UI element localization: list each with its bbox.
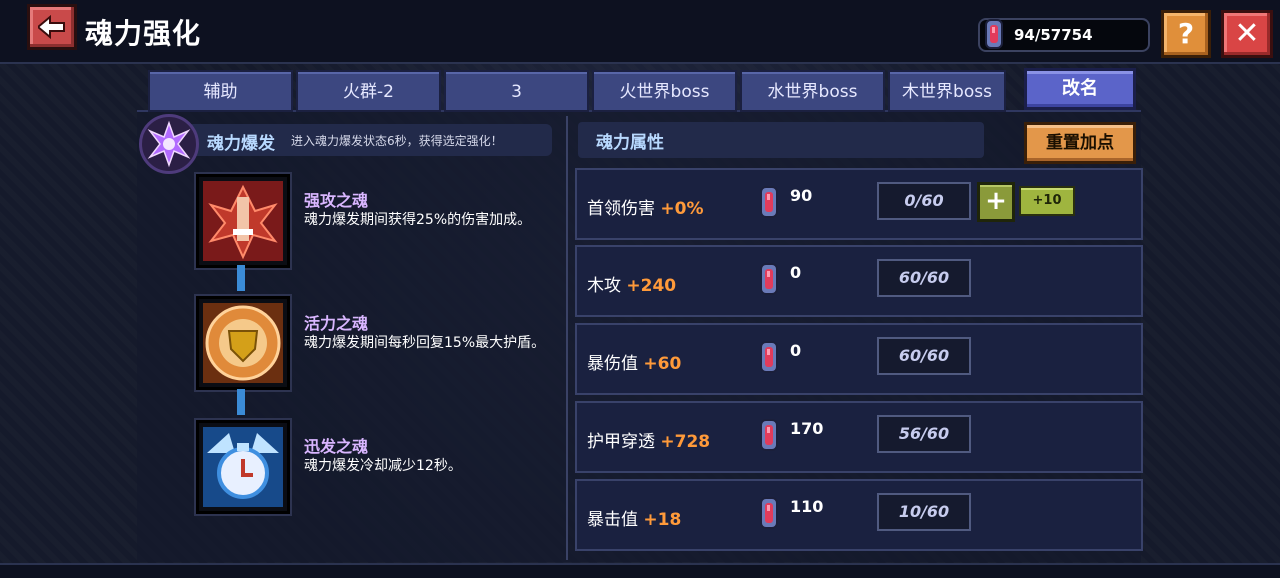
attribute-level: 60/60 (877, 259, 971, 297)
back-arrow-icon (38, 15, 65, 39)
skill-name: 活力之魂 (304, 314, 369, 333)
back-button[interactable] (27, 4, 77, 50)
soul-gem-icon (760, 341, 778, 373)
attribute-bonus: +0% (660, 199, 704, 219)
attribute-level: 56/60 (877, 415, 971, 453)
currency-value: 94/57754 (1014, 26, 1093, 44)
attribute-name: 护甲穿透 (587, 432, 655, 452)
skill-name: 迅发之魂 (304, 437, 369, 456)
skill-description: 魂力爆发期间获得25%的伤害加成。 (304, 212, 532, 228)
soul-gem-icon (760, 186, 778, 218)
soul-gem-icon (760, 263, 778, 295)
attribute-bonus: +728 (660, 432, 711, 452)
skill-description: 魂力爆发期间每秒回复15%最大护盾。 (304, 335, 546, 351)
skill-connector (237, 265, 245, 291)
tab-fire-group-2[interactable]: 火群-2 (296, 70, 441, 112)
attribute-row-armor-penetration: 护甲穿透 +728 170 56/60 (575, 401, 1143, 473)
attribute-row-crit-damage: 暴伤值 +60 0 60/60 (575, 323, 1143, 395)
swift-soul-skill[interactable] (196, 420, 290, 514)
tab-assist[interactable]: 辅助 (148, 70, 293, 112)
attribute-name: 暴伤值 (587, 354, 638, 374)
attribute-cost: 170 (790, 419, 824, 438)
attribute-name: 首领伤害 (587, 199, 655, 219)
add-point-button[interactable]: + (977, 182, 1015, 222)
attribute-bonus: +240 (626, 276, 677, 296)
add-ten-points-button[interactable]: +10 (1019, 186, 1075, 216)
soul-gem-icon (760, 497, 778, 529)
attribute-cost: 110 (790, 497, 824, 516)
soul-gem-icon (985, 19, 1003, 49)
reset-points-button[interactable]: 重置加点 (1024, 122, 1136, 164)
attribute-cost: 90 (790, 186, 813, 205)
help-button[interactable]: ? (1161, 10, 1211, 58)
attribute-level: 10/60 (877, 493, 971, 531)
attribute-row-crit-rate: 暴击值 +18 110 10/60 (575, 479, 1143, 551)
attribute-label: 暴伤值 +60 (587, 349, 681, 374)
attribute-cost: 0 (790, 263, 802, 282)
attribute-label: 暴击值 +18 (587, 505, 681, 530)
skill-connector (237, 389, 245, 415)
skill-description: 魂力爆发冷却减少12秒。 (304, 458, 462, 474)
attribute-cost: 0 (790, 341, 802, 360)
attribute-level: 0/60 (877, 182, 971, 220)
rename-button[interactable]: 改名 (1024, 68, 1136, 110)
skill-name: 强攻之魂 (304, 191, 369, 210)
shield-soul-icon (203, 303, 283, 383)
attribute-level: 60/60 (877, 337, 971, 375)
attribute-row-boss-damage: 首领伤害 +0% 90 0/60 + +10 (575, 168, 1143, 240)
burst-description: 进入魂力爆发状态6秒，获得选定强化！ (291, 134, 503, 148)
attribute-name: 暴击值 (587, 510, 638, 530)
soul-currency-display: 94/57754 (978, 18, 1150, 52)
attribute-label: 首领伤害 +0% (587, 194, 704, 219)
tab-fire-world-boss[interactable]: 火世界boss (592, 70, 737, 112)
attack-soul-icon (203, 181, 283, 261)
attribute-bonus: +60 (643, 354, 682, 374)
top-bar: 魂力强化 94/57754 ? ✕ (0, 0, 1280, 64)
attribute-row-wood-attack: 木攻 +240 0 60/60 (575, 245, 1143, 317)
attribute-label: 木攻 +240 (587, 271, 676, 296)
burst-title: 魂力爆发 (207, 134, 275, 154)
close-button[interactable]: ✕ (1221, 10, 1273, 58)
soul-burst-icon (139, 114, 199, 174)
soul-gem-icon (760, 419, 778, 451)
attribute-label: 护甲穿透 +728 (587, 427, 710, 452)
tab-3[interactable]: 3 (444, 70, 589, 112)
clock-soul-icon (203, 427, 283, 507)
attribute-title: 魂力属性 (596, 133, 664, 153)
panel-divider (566, 116, 568, 560)
attribute-name: 木攻 (587, 276, 621, 296)
attribute-bonus: +18 (643, 510, 682, 530)
tab-water-world-boss[interactable]: 水世界boss (740, 70, 885, 112)
page-title: 魂力强化 (85, 17, 202, 50)
attack-soul-skill[interactable] (196, 174, 290, 268)
vitality-soul-skill[interactable] (196, 296, 290, 390)
tab-wood-world-boss[interactable]: 木世界boss (888, 70, 1006, 112)
